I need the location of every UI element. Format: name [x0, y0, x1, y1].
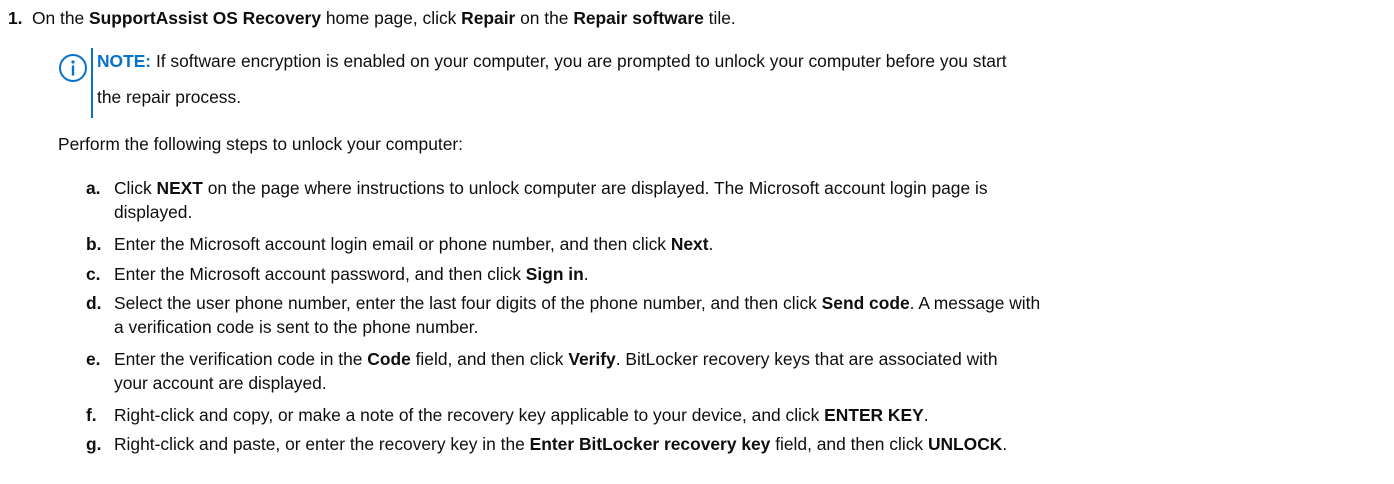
note-accent-bar — [91, 48, 93, 118]
unlock-label: UNLOCK — [927, 434, 1003, 454]
substep-b-text: Enter the Microsoft account login email … — [114, 233, 713, 256]
substep-a-line-2: displayed. — [114, 202, 193, 222]
tile-name: Repair software — [573, 8, 704, 28]
next-label: NEXT — [156, 178, 203, 198]
substep-e-text: Enter the verification code in the Code … — [114, 348, 998, 371]
text-run: . — [923, 405, 929, 425]
sign-in-label: Sign in — [525, 264, 584, 284]
repair-label: Repair — [461, 8, 516, 28]
step-number: 1. — [8, 8, 23, 28]
substep-g-text: Right-click and paste, or enter the reco… — [114, 433, 1007, 456]
substep-letter: d. — [86, 293, 102, 313]
text-run: . BitLocker recovery keys that are assoc… — [615, 349, 998, 369]
text-run: . A message with — [909, 293, 1041, 313]
step-1-text: On the SupportAssist OS Recovery home pa… — [32, 7, 736, 30]
text-run: On the — [32, 8, 90, 28]
text-run: Right-click and paste, or enter the reco… — [114, 434, 530, 454]
substep-c-text: Enter the Microsoft account password, an… — [114, 263, 589, 286]
next-label: Next — [670, 234, 709, 254]
note-text: If software encryption is enabled on you… — [151, 51, 1007, 71]
note-line-1: NOTE: If software encryption is enabled … — [97, 50, 1007, 73]
substep-letter: a. — [86, 178, 101, 198]
text-run: on the page where instructions to unlock… — [202, 178, 988, 198]
text-run: Select the user phone number, enter the … — [114, 293, 822, 313]
text-run: . — [708, 234, 714, 254]
substep-letter: c. — [86, 264, 101, 284]
note-line-2: the repair process. — [97, 87, 242, 107]
text-run: field, and then click — [770, 434, 928, 454]
text-run: Right-click and copy, or make a note of … — [114, 405, 825, 425]
app-name: SupportAssist OS Recovery — [89, 8, 321, 28]
verify-label: Verify — [568, 349, 616, 369]
text-run: tile. — [703, 8, 736, 28]
recovery-key-field-label: Enter BitLocker recovery key — [529, 434, 771, 454]
send-code-label: Send code — [821, 293, 910, 313]
text-run: Enter the Microsoft account password, an… — [114, 264, 526, 284]
note-label: NOTE: — [97, 51, 152, 71]
text-run: Enter the verification code in the — [114, 349, 368, 369]
text-run: home page, click — [321, 8, 462, 28]
substep-letter: f. — [86, 405, 97, 425]
substep-d-line-2: a verification code is sent to the phone… — [114, 317, 479, 337]
substep-a-text: Click NEXT on the page where instruction… — [114, 177, 988, 200]
substep-f-text: Right-click and copy, or make a note of … — [114, 404, 929, 427]
text-run: . — [583, 264, 589, 284]
substep-letter: e. — [86, 349, 101, 369]
text-run: Click — [114, 178, 157, 198]
text-run: Enter the Microsoft account login email … — [114, 234, 671, 254]
text-run: on the — [515, 8, 574, 28]
code-field-label: Code — [367, 349, 411, 369]
substep-letter: g. — [86, 434, 102, 454]
substep-letter: b. — [86, 234, 102, 254]
text-run: . — [1002, 434, 1008, 454]
enter-key-label: ENTER KEY — [824, 405, 924, 425]
text-run: field, and then click — [410, 349, 569, 369]
intro-text: Perform the following steps to unlock yo… — [58, 134, 464, 154]
info-icon — [59, 54, 87, 82]
substep-d-text: Select the user phone number, enter the … — [114, 292, 1040, 315]
substep-e-line-2: your account are displayed. — [114, 373, 327, 393]
document-page: 1. On the SupportAssist OS Recovery home… — [0, 0, 1394, 484]
